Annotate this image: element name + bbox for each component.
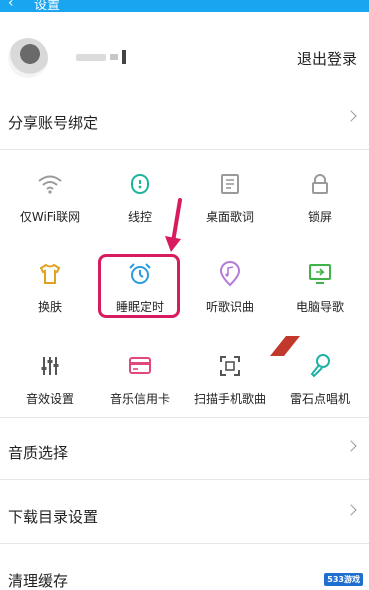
share-account-binding-label: 分享账号绑定 <box>8 114 99 132</box>
equalizer-icon <box>36 352 64 380</box>
lock-icon <box>306 170 334 198</box>
chevron-right-icon <box>345 440 357 452</box>
back-arrow-icon[interactable]: ‹ <box>8 0 14 10</box>
grid-item-label: 电脑导歌 <box>295 300 344 314</box>
sleep-timer-highlight <box>98 254 180 318</box>
grid-item-music-credit-card[interactable]: 音乐信用卡 <box>94 332 186 418</box>
grid-item-label: 仅WiFi联网 <box>19 210 81 224</box>
grid-item-label: 扫描手机歌曲 <box>193 392 266 406</box>
grid-item-label: 音效设置 <box>25 392 74 406</box>
top-bar: ‹ 设置 <box>0 0 369 13</box>
username-blurred-2 <box>110 54 118 60</box>
clear-cache-row[interactable]: 清理缓存 <box>0 550 369 590</box>
microphone-icon <box>306 352 334 380</box>
chevron-right-icon <box>345 504 357 516</box>
wire-control-icon <box>126 170 154 198</box>
chevron-right-icon <box>345 110 357 122</box>
clear-cache-label: 清理缓存 <box>8 572 69 590</box>
new-ribbon-badge <box>270 336 300 356</box>
grid-item-label: 音乐信用卡 <box>109 392 170 406</box>
page-title: 设置 <box>34 0 61 13</box>
audio-quality-label: 音质选择 <box>8 444 69 462</box>
feature-grid: 仅WiFi联网 线控 桌面歌词 锁屏 换肤 睡眠定时 听歌识曲 电脑导歌 音效设… <box>0 150 369 418</box>
credit-card-icon <box>126 352 154 380</box>
grid-item-label: 线控 <box>127 210 152 224</box>
logout-button[interactable]: 退出登录 <box>297 48 357 69</box>
grid-item-label: 雷石点唱机 <box>289 392 350 406</box>
username-mark <box>122 50 126 64</box>
username <box>76 50 126 64</box>
grid-item-wifi-only[interactable]: 仅WiFi联网 <box>4 150 96 236</box>
grid-item-label: 换肤 <box>37 300 62 314</box>
grid-item-skin[interactable]: 换肤 <box>4 240 96 326</box>
computer-import-icon <box>306 260 334 288</box>
scan-icon <box>216 352 244 380</box>
download-directory-row[interactable]: 下载目录设置 <box>0 486 369 544</box>
shirt-icon <box>36 260 64 288</box>
download-directory-label: 下载目录设置 <box>8 508 99 526</box>
audio-quality-row[interactable]: 音质选择 <box>0 422 369 480</box>
annotation-arrow-icon <box>165 198 182 252</box>
grid-item-desktop-lyrics[interactable]: 桌面歌词 <box>184 150 276 236</box>
desktop-lyrics-icon <box>216 170 244 198</box>
share-account-binding-row[interactable]: 分享账号绑定 <box>0 92 369 150</box>
music-recognition-icon <box>216 260 244 288</box>
grid-item-music-recognition[interactable]: 听歌识曲 <box>184 240 276 326</box>
grid-item-computer-import[interactable]: 电脑导歌 <box>274 240 366 326</box>
watermark-logo: 533游戏 <box>324 573 363 586</box>
grid-item-lock-screen[interactable]: 锁屏 <box>274 150 366 236</box>
grid-item-label: 桌面歌词 <box>205 210 254 224</box>
grid-item-label: 锁屏 <box>307 210 332 224</box>
watermark-text: 533游戏 <box>324 573 363 586</box>
profile-row: 退出登录 <box>0 30 369 90</box>
grid-item-scan-songs[interactable]: 扫描手机歌曲 <box>184 332 276 418</box>
wifi-icon <box>36 170 64 198</box>
grid-item-sound-effects[interactable]: 音效设置 <box>4 332 96 418</box>
grid-item-label: 听歌识曲 <box>205 300 254 314</box>
avatar[interactable] <box>8 38 48 78</box>
username-blurred <box>76 53 106 61</box>
